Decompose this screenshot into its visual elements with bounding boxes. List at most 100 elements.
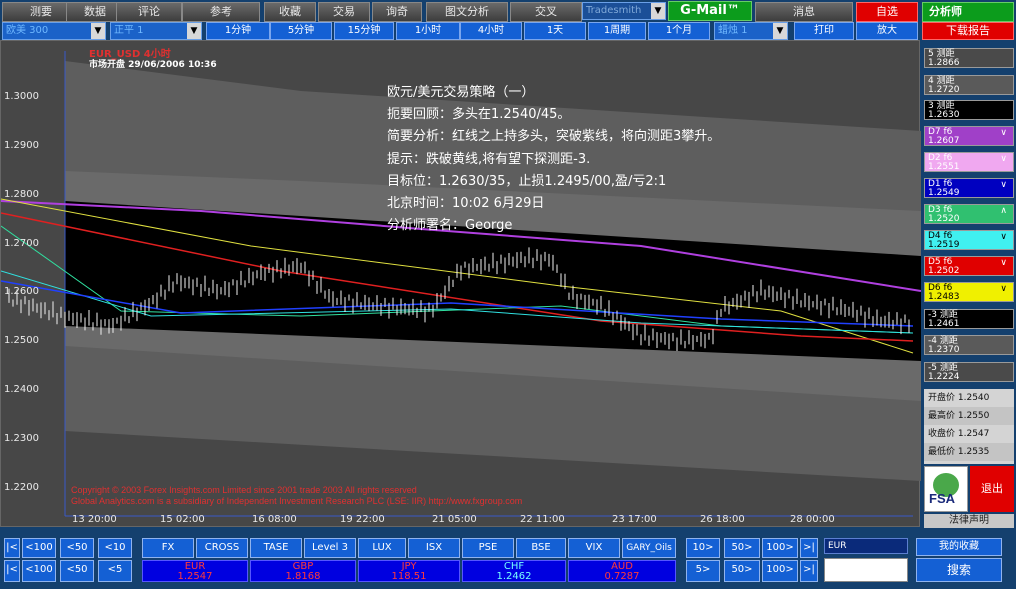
nav-back-100-2[interactable]: <100 bbox=[22, 560, 56, 582]
nav-fwd-100[interactable]: 100> bbox=[762, 538, 798, 558]
tf-5min[interactable]: 5分钟 bbox=[270, 22, 332, 40]
level-d1[interactable]: D1 f6 1.2549 ∨ bbox=[924, 178, 1014, 198]
y-tick: 1.2500 bbox=[4, 335, 39, 346]
annotation-line: 目标位：1.2630/35，止损1.2495/00,盈/亏2:1 bbox=[387, 174, 667, 189]
nav-fwd-50[interactable]: 50> bbox=[724, 538, 760, 558]
tf-1w[interactable]: 1周期 bbox=[588, 22, 646, 40]
quote-gbp[interactable]: GBP 1.8168 bbox=[250, 560, 356, 582]
watchlist-button[interactable]: 自选 bbox=[856, 2, 918, 22]
tf-1m[interactable]: 1个月 bbox=[648, 22, 710, 40]
instrument-fx[interactable]: FX bbox=[142, 538, 194, 558]
level-neg3[interactable]: -3 测距 1.2461 bbox=[924, 309, 1014, 329]
chevron-down-icon[interactable]: ▼ bbox=[187, 23, 201, 39]
symbol-field[interactable]: EUR bbox=[824, 538, 908, 554]
instrument-bse[interactable]: BSE bbox=[516, 538, 566, 558]
level-d5[interactable]: D5 f6 1.2502 ∨ bbox=[924, 256, 1014, 276]
menu-trade[interactable]: 交易 bbox=[318, 2, 370, 22]
tf-15min[interactable]: 15分钟 bbox=[334, 22, 394, 40]
download-report-button[interactable]: 下载报告 bbox=[922, 22, 1014, 40]
nav-fwd-10[interactable]: 10> bbox=[686, 538, 720, 558]
quote-eur[interactable]: EUR 1.2547 bbox=[142, 560, 248, 582]
chevron-down-icon[interactable]: ∨ bbox=[1000, 155, 1007, 164]
menu-chart-analysis[interactable]: 图文分析 bbox=[426, 2, 508, 22]
level-d4[interactable]: D4 f6 1.2519 ∨ bbox=[924, 230, 1014, 250]
instrument-tase[interactable]: TASE bbox=[250, 538, 302, 558]
menu-reference[interactable]: 参考 bbox=[182, 2, 260, 22]
nav-fwd-50-2[interactable]: 50> bbox=[724, 560, 760, 582]
chevron-down-icon[interactable]: ▼ bbox=[91, 23, 105, 39]
instrument-level3[interactable]: Level 3 bbox=[304, 538, 356, 558]
nav-last[interactable]: >| bbox=[800, 538, 818, 558]
chevron-up-icon[interactable]: ∧ bbox=[1000, 207, 1007, 216]
quote-aud[interactable]: AUD 0.7287 bbox=[568, 560, 676, 582]
instrument-vix[interactable]: VIX bbox=[568, 538, 620, 558]
messages-button[interactable]: 消息 bbox=[755, 2, 853, 22]
nav-back-100[interactable]: <100 bbox=[22, 538, 56, 558]
nav-first-2[interactable]: |< bbox=[4, 560, 20, 582]
copyright-line-2: Global Analytics.com is a subsidiary of … bbox=[71, 496, 522, 506]
chevron-down-icon[interactable]: ▼ bbox=[773, 23, 787, 39]
chevron-down-icon[interactable]: ▼ bbox=[651, 3, 665, 19]
type-select[interactable]: 正平 1 ▼ bbox=[110, 22, 202, 40]
my-favorites-button[interactable]: 我的收藏 bbox=[916, 538, 1002, 556]
level-5[interactable]: 5 测距 1.2866 bbox=[924, 48, 1014, 68]
tf-1min[interactable]: 1分钟 bbox=[206, 22, 270, 40]
period-select[interactable]: 蜡烛 1 ▼ bbox=[714, 22, 788, 40]
price-stats: 开盘价 1.2540 最高价 1.2550 收盘价 1.2547 最低价 1.2… bbox=[924, 389, 1014, 464]
zoom-button[interactable]: 放大 bbox=[856, 22, 918, 40]
menu-favorites[interactable]: 收藏 bbox=[264, 2, 316, 22]
menu-cross[interactable]: 交叉 bbox=[510, 2, 582, 22]
chevron-down-icon[interactable]: ∨ bbox=[1000, 259, 1007, 268]
nav-last-2[interactable]: >| bbox=[800, 560, 818, 582]
menu-inquiry[interactable]: 询奇 bbox=[372, 2, 422, 22]
level-d7[interactable]: D7 f6 1.2607 ∨ bbox=[924, 126, 1014, 146]
quote-jpy[interactable]: JPY 118.51 bbox=[358, 560, 460, 582]
level-4[interactable]: 4 测距 1.2720 bbox=[924, 75, 1014, 95]
annotation-title: 欧元/美元交易策略（一） bbox=[387, 85, 535, 100]
chevron-down-icon[interactable]: ∨ bbox=[1000, 129, 1007, 138]
symbol-select[interactable]: 欧美 300 ▼ bbox=[2, 22, 106, 40]
nav-back-50[interactable]: <50 bbox=[60, 538, 94, 558]
tf-4h[interactable]: 4小时 bbox=[460, 22, 522, 40]
instrument-cross[interactable]: CROSS bbox=[196, 538, 248, 558]
tf-1d[interactable]: 1天 bbox=[524, 22, 586, 40]
chevron-down-icon[interactable]: ∨ bbox=[1000, 285, 1007, 294]
disclaimer-button[interactable]: 法律声明 bbox=[924, 514, 1014, 528]
print-button[interactable]: 打印 bbox=[794, 22, 854, 40]
level-d6[interactable]: D6 f6 1.2483 ∨ bbox=[924, 282, 1014, 302]
search-select[interactable]: Tradesmith ▼ bbox=[582, 2, 666, 20]
menu-comment[interactable]: 评论 bbox=[116, 2, 182, 22]
y-tick: 1.2200 bbox=[4, 482, 39, 493]
stat-high: 最高价 1.2550 bbox=[924, 407, 1014, 425]
x-tick: 19 22:00 bbox=[340, 514, 385, 525]
nav-fwd-5[interactable]: 5> bbox=[686, 560, 720, 582]
nav-first[interactable]: |< bbox=[4, 538, 20, 558]
level-d2[interactable]: D2 f6 1.2551 ∨ bbox=[924, 152, 1014, 172]
nav-back-50-2[interactable]: <50 bbox=[60, 560, 94, 582]
stat-close: 收盘价 1.2547 bbox=[928, 429, 990, 439]
level-3[interactable]: 3 测距 1.2630 bbox=[924, 100, 1014, 120]
price-chart[interactable]: Copyright © 2003 Forex Insights.com Limi… bbox=[0, 40, 921, 527]
exit-button[interactable]: 退出 bbox=[970, 466, 1014, 512]
quote-chf[interactable]: CHF 1.2462 bbox=[462, 560, 566, 582]
nav-fwd-100-2[interactable]: 100> bbox=[762, 560, 798, 582]
x-tick: 23 17:00 bbox=[612, 514, 657, 525]
symbol-input[interactable] bbox=[824, 558, 908, 582]
chevron-down-icon[interactable]: ∨ bbox=[1000, 233, 1007, 242]
fsa-logo[interactable]: FSA bbox=[924, 466, 968, 512]
search-button[interactable]: 搜索 bbox=[916, 558, 1002, 582]
gmail-button[interactable]: G-Mail™ bbox=[668, 1, 752, 21]
level-value: 1.2630 bbox=[928, 110, 960, 120]
level-neg4[interactable]: -4 测距 1.2370 bbox=[924, 335, 1014, 355]
tf-1h[interactable]: 1小时 bbox=[396, 22, 460, 40]
instrument-lux[interactable]: LUX bbox=[358, 538, 406, 558]
level-neg5[interactable]: -5 测距 1.2224 bbox=[924, 362, 1014, 382]
instrument-pse[interactable]: PSE bbox=[462, 538, 514, 558]
nav-back-10[interactable]: <10 bbox=[98, 538, 132, 558]
instrument-isx[interactable]: ISX bbox=[408, 538, 460, 558]
instrument-gary[interactable]: GARY_Oils bbox=[622, 538, 676, 558]
level-d3[interactable]: D3 f6 1.2520 ∧ bbox=[924, 204, 1014, 224]
chevron-down-icon[interactable]: ∨ bbox=[1000, 181, 1007, 190]
analyst-title: 分析师 bbox=[922, 2, 1014, 22]
nav-back-5[interactable]: <5 bbox=[98, 560, 132, 582]
